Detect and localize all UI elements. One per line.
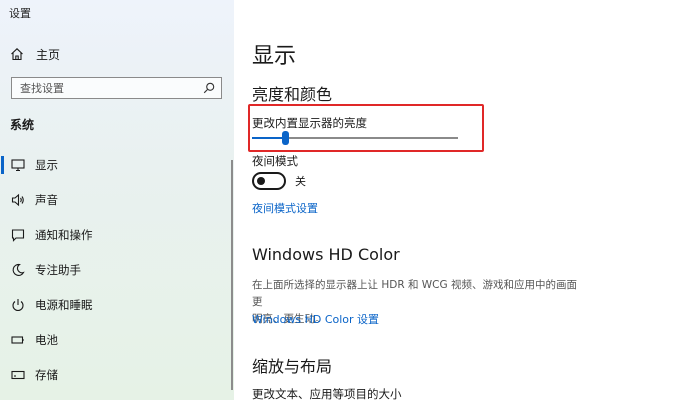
notification-icon: [11, 228, 25, 242]
toggle-knob: [257, 177, 265, 185]
home-icon: [11, 48, 23, 61]
night-light-label: 夜间模式: [252, 154, 298, 168]
brightness-section-heading: 亮度和颜色: [252, 85, 333, 104]
section-title: 系统: [10, 118, 35, 132]
hdr-settings-link[interactable]: Windows HD Color 设置: [252, 311, 379, 327]
slider-fill: [252, 137, 285, 139]
night-light-settings-link[interactable]: 夜间模式设置: [252, 200, 318, 216]
night-light-state: 关: [295, 175, 306, 188]
night-light-toggle[interactable]: [252, 172, 286, 190]
sidebar-item-label: 通知和操作: [35, 228, 93, 242]
battery-icon: [11, 333, 25, 347]
search-icon: [203, 82, 215, 94]
sidebar-item-label: 存储: [35, 368, 58, 382]
hdr-description-line: 在上面所选择的显示器上让 HDR 和 WCG 视频、游戏和应用中的画面更: [252, 279, 577, 308]
monitor-icon: [11, 158, 25, 172]
sidebar-scrollbar[interactable]: [231, 160, 233, 390]
hdr-section-heading: Windows HD Color: [252, 245, 400, 264]
sidebar-item-sound[interactable]: 声音: [0, 187, 234, 213]
sidebar-item-notifications[interactable]: 通知和操作: [0, 222, 234, 248]
main-content: 显示 亮度和颜色 更改内置显示器的亮度 夜间模式 关 夜间模式设置 Window…: [234, 0, 682, 401]
sidebar-item-storage[interactable]: 存储: [0, 362, 234, 388]
slider-thumb[interactable]: [281, 131, 289, 145]
moon-icon: [11, 263, 25, 277]
sidebar-item-focus-assist[interactable]: 专注助手: [0, 257, 234, 283]
sidebar-item-label: 显示: [35, 158, 58, 172]
sidebar-item-power-sleep[interactable]: 电源和睡眠: [0, 292, 234, 318]
power-icon: [11, 298, 25, 312]
page-title: 显示: [252, 44, 297, 69]
storage-icon: [11, 368, 25, 382]
sidebar-item-label: 专注助手: [35, 263, 81, 277]
brightness-slider[interactable]: [252, 131, 458, 145]
search-placeholder: 查找设置: [20, 82, 64, 95]
sidebar-item-label: 声音: [35, 193, 58, 207]
sidebar-item-battery[interactable]: 电池: [0, 327, 234, 353]
home-nav-item[interactable]: 主页: [10, 44, 60, 64]
window-title: 设置: [9, 7, 31, 20]
search-input[interactable]: 查找设置: [11, 77, 222, 99]
home-label: 主页: [36, 47, 61, 62]
sidebar-item-label: 电池: [35, 333, 58, 347]
sidebar: 设置 主页 查找设置 系统 显示 声音 通知和操作 专注助手 电源和睡眠 电池 …: [0, 0, 234, 400]
sidebar-item-display[interactable]: 显示: [0, 152, 234, 178]
brightness-label: 更改内置显示器的亮度: [252, 116, 367, 130]
scale-section-heading: 缩放与布局: [252, 357, 333, 376]
sidebar-item-label: 电源和睡眠: [35, 298, 93, 312]
speaker-icon: [11, 193, 25, 207]
night-light-toggle-row: 关: [252, 172, 306, 190]
